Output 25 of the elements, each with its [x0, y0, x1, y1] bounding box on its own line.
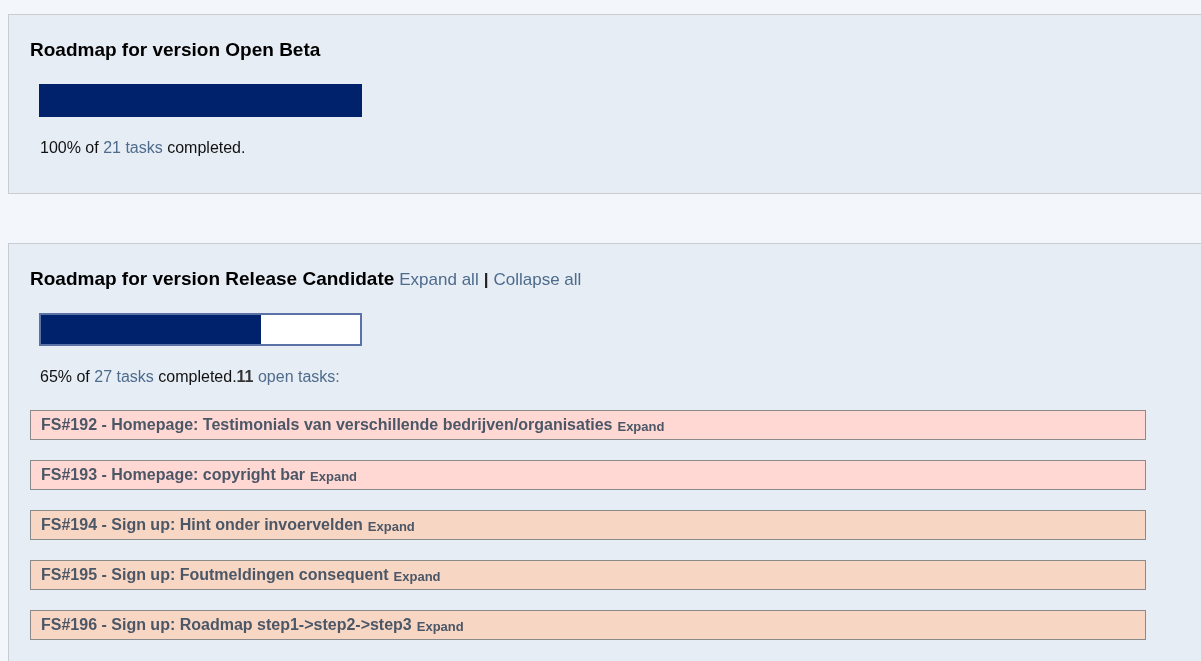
open-tasks-link[interactable]: open tasks: — [257, 368, 340, 385]
task-row[interactable]: FS#193 - Homepage: copyright bar Expand — [30, 460, 1146, 490]
expand-link[interactable]: Expand — [367, 519, 415, 534]
task-title: FS#194 - Sign up: Hint onder invoervelden — [41, 516, 363, 534]
version-title: Roadmap for version Release Candidate — [30, 268, 395, 290]
task-row[interactable]: FS#192 - Homepage: Testimonials van verschillende bedrijven/organisaties Expand — [30, 410, 1146, 440]
task-row[interactable]: FS#194 - Sign up: Hint onder invoervelden Expand — [30, 510, 1146, 540]
version-title: Roadmap for version Open Beta — [30, 39, 321, 61]
progress-summary: 65% of 27 tasks completed.11 open tasks: — [40, 368, 341, 386]
separator: | — [483, 270, 489, 290]
tasks-link[interactable]: 21 tasks — [103, 139, 163, 156]
expand-link[interactable]: Expand — [416, 619, 464, 634]
task-title: FS#195 - Sign up: Foutmeldingen consequent — [41, 566, 389, 584]
task-title: FS#193 - Homepage: copyright bar — [41, 466, 306, 484]
tasks-link[interactable]: 27 tasks — [94, 368, 154, 385]
expand-link[interactable]: Expand — [310, 469, 358, 484]
task-title: FS#196 - Sign up: Roadmap step1->step2->step3 — [41, 616, 412, 634]
task-row[interactable]: FS#196 - Sign up: Roadmap step1->step2->step3 Expand — [30, 610, 1146, 640]
progress-summary: 100% of 21 tasks completed. — [40, 139, 247, 157]
expand-link[interactable]: Expand — [617, 419, 665, 434]
task-title: FS#192 - Homepage: Testimonials van verschillende bedrijven/organisaties — [41, 416, 613, 434]
expand-all-link[interactable]: Expand all — [399, 270, 479, 290]
collapse-all-link[interactable]: Collapse all — [493, 270, 582, 290]
expand-link[interactable]: Expand — [393, 569, 441, 584]
task-row[interactable]: FS#195 - Sign up: Foutmeldingen consequent Expand — [30, 560, 1146, 590]
